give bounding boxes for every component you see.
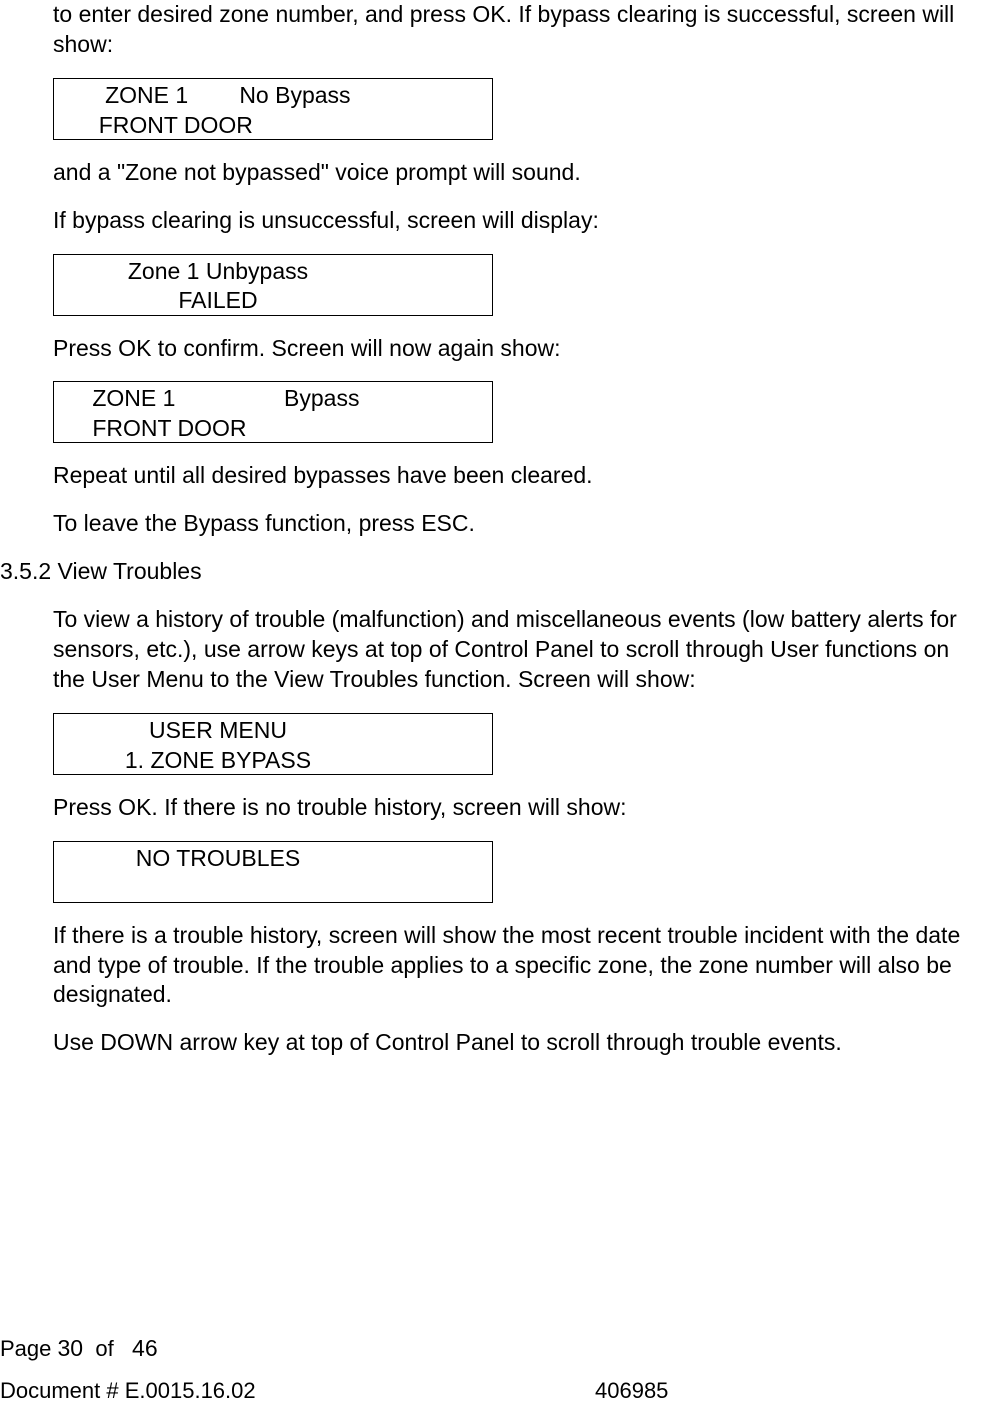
body-paragraph: To leave the Bypass function, press ESC. [53,509,973,539]
display-line: ZONE 1 No Bypass [54,81,492,111]
body-paragraph: and a "Zone not bypassed" voice prompt w… [53,158,973,188]
body-paragraph: Use DOWN arrow key at top of Control Pan… [53,1028,973,1058]
display-line: Zone 1 Unbypass [54,257,492,287]
body-paragraph: Repeat until all desired bypasses have b… [53,461,973,491]
display-line: USER MENU [54,716,492,746]
section-number: 3.5.2 [0,558,51,584]
body-paragraph: If there is a trouble history, screen wi… [53,921,973,1011]
display-line: FRONT DOOR [54,111,492,141]
page-total: 46 [132,1335,158,1361]
section-heading: 3.5.2 View Troubles [0,557,973,587]
document-id: Document # E.0015.16.02 [0,1378,256,1403]
display-line: FAILED [54,286,492,316]
lcd-display-bypass: ZONE 1 Bypass FRONT DOOR [53,381,493,443]
section-title: View Troubles [58,558,202,584]
lcd-display-no-troubles: NO TROUBLES [53,841,493,903]
lcd-display-user-menu: USER MENU 1. ZONE BYPASS [53,713,493,775]
display-line: NO TROUBLES [54,844,492,874]
lcd-display-no-bypass: ZONE 1 No Bypass FRONT DOOR [53,78,493,140]
page-of: of [95,1336,113,1361]
body-paragraph: To view a history of trouble (malfunctio… [53,605,973,695]
display-line: ZONE 1 Bypass [54,384,492,414]
body-paragraph: Press OK. If there is no trouble history… [53,793,973,823]
document-number: 406985 [595,1377,668,1406]
display-line: FRONT DOOR [54,414,492,444]
body-paragraph: Press OK to confirm. Screen will now aga… [53,334,973,364]
page-footer: Page 30 of 46 Document # E.0015.16.02 40… [0,1334,993,1406]
lcd-display-unbypass-failed: Zone 1 Unbypass FAILED [53,254,493,316]
display-line: 1. ZONE BYPASS [54,746,492,776]
page-current: 30 [58,1335,84,1361]
page-label: Page [0,1336,51,1361]
body-paragraph: If bypass clearing is unsuccessful, scre… [53,206,973,236]
display-line [54,874,492,904]
intro-paragraph: to enter desired zone number, and press … [53,0,973,60]
